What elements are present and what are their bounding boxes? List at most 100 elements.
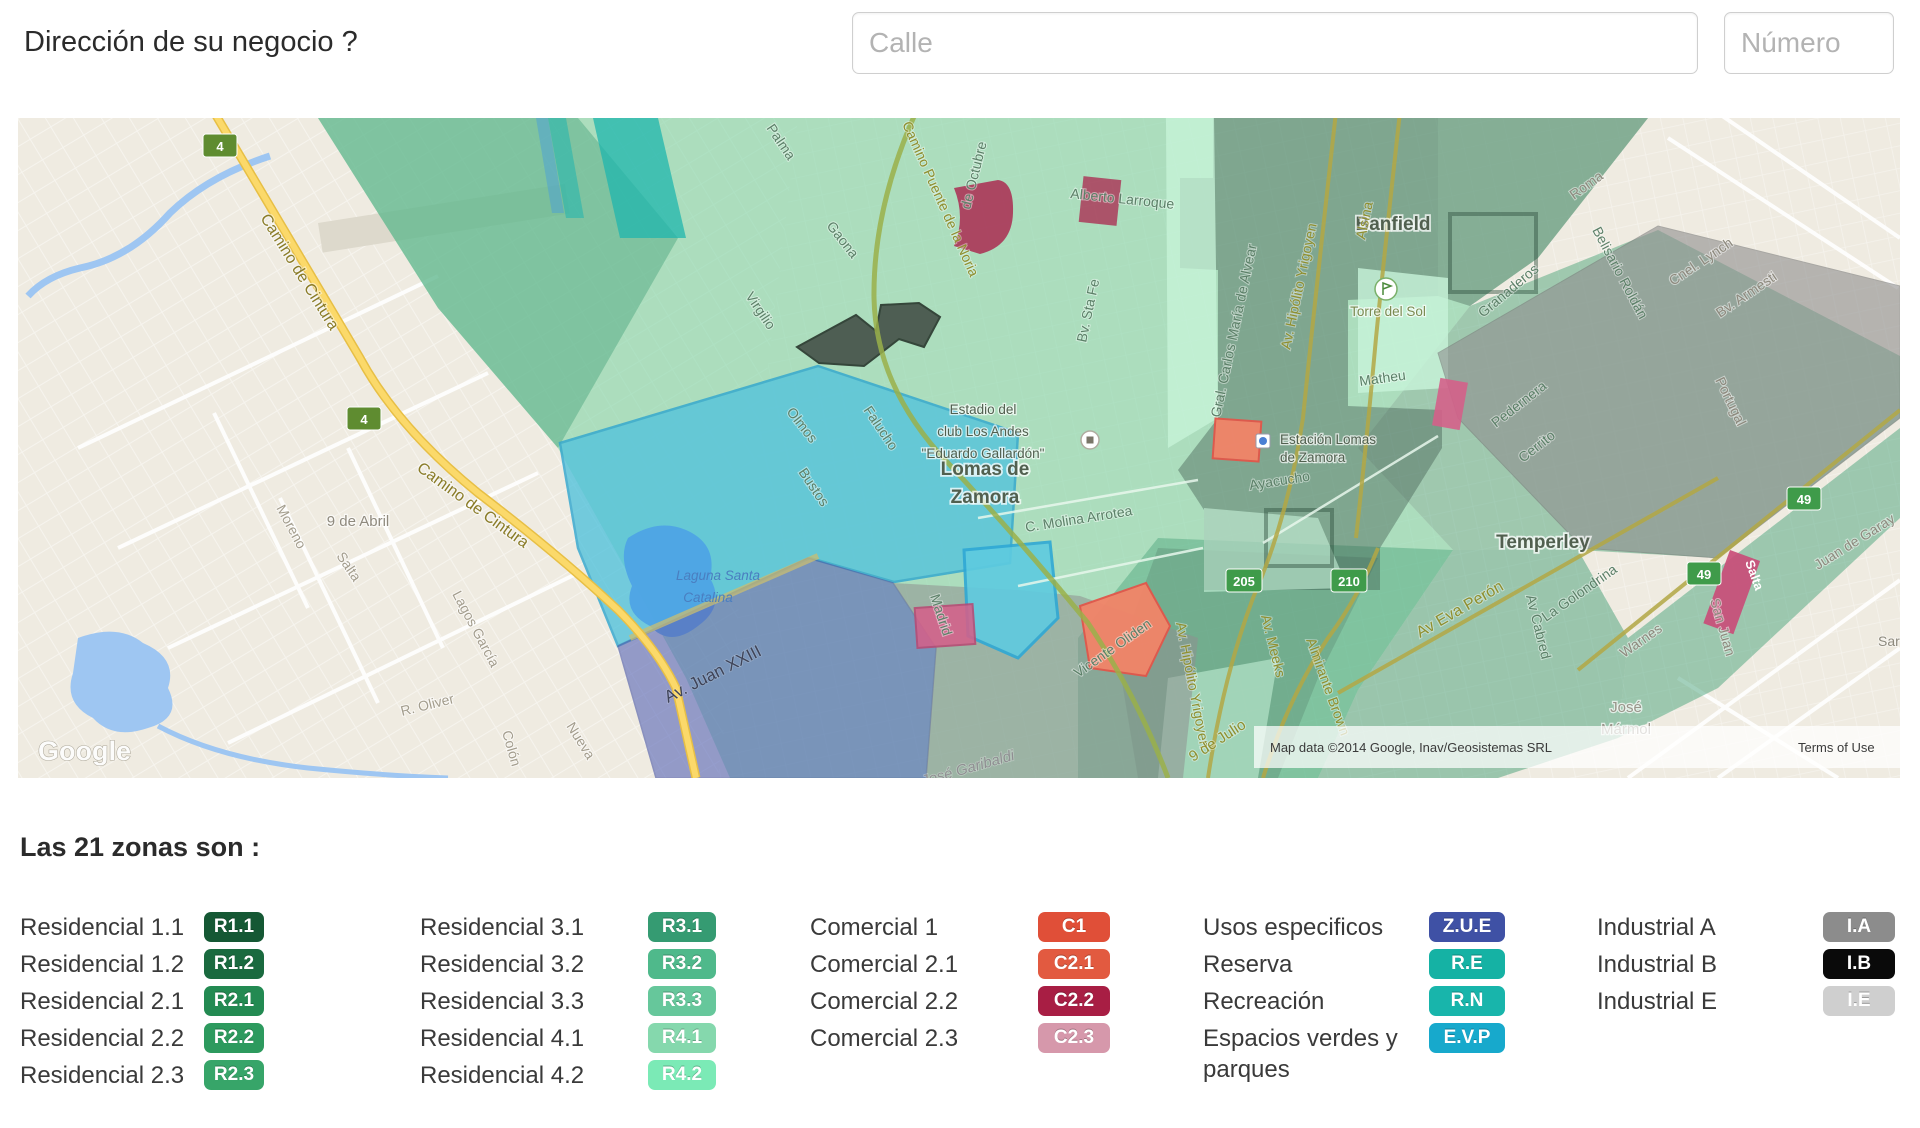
google-logo: Google — [38, 736, 131, 766]
zone-badge: R1.1 — [204, 912, 264, 942]
legend-row: Comercial 1 C1 — [810, 912, 1110, 943]
route-210-shield: 210 — [1330, 568, 1368, 593]
legend-row: Residencial 2.2 R2.2 — [20, 1023, 264, 1054]
legend-row: Residencial 1.2 R1.2 — [20, 949, 264, 980]
zone-badge: R4.2 — [648, 1060, 716, 1090]
torre-del-sol-icon[interactable] — [1374, 277, 1398, 301]
zone-label: Residencial 2.2 — [20, 1025, 185, 1052]
legend-row: Residencial 4.1 R4.1 — [420, 1023, 716, 1054]
legend-row: Residencial 1.1 R1.1 — [20, 912, 264, 943]
zone-label: Espacios verdes y parques — [1203, 1025, 1398, 1083]
zoning-map-svg: 4 4 205 210 49 49 9 de Abril Lomas de Za… — [18, 118, 1900, 778]
zone-label: Residencial 4.2 — [420, 1062, 585, 1089]
zone-label: Comercial 2.2 — [810, 988, 959, 1015]
zone-badge: C1 — [1038, 912, 1110, 942]
svg-text:205: 205 — [1233, 574, 1255, 589]
label-estadio-3: "Eduardo Gallardón" — [922, 446, 1045, 461]
label-laguna-1: Laguna Santa — [676, 568, 761, 583]
zone-label: Comercial 1 — [810, 914, 939, 941]
zone-badge: E.V.P — [1429, 1023, 1505, 1053]
legend-row: Espacios verdes y parques E.V.P — [1203, 1023, 1505, 1085]
map-attribution: Map data ©2014 Google, Inav/Geosistemas … — [1270, 740, 1552, 755]
zone-label: Usos especificos — [1203, 914, 1384, 941]
legend-column-2: Residencial 3.1 R3.1 Residencial 3.2 R3.2 … — [420, 912, 716, 1097]
zone-label: Recreación — [1203, 988, 1325, 1015]
route-4-shield-a: 4 — [202, 133, 238, 158]
address-question-label: Dirección de su negocio ? — [24, 26, 358, 58]
svg-text:210: 210 — [1338, 574, 1360, 589]
svg-text:4: 4 — [360, 412, 368, 427]
zone-badge: I.B — [1823, 949, 1895, 979]
svg-text:49: 49 — [1797, 492, 1811, 507]
route-4-shield-b: 4 — [346, 406, 382, 431]
zone-label: Residencial 3.2 — [420, 951, 585, 978]
legend-row: Industrial B I.B — [1597, 949, 1895, 980]
route-205-shield: 205 — [1225, 568, 1263, 593]
legend-column-5: Industrial A I.A Industrial B I.B Industri… — [1597, 912, 1895, 1023]
legend-row: Reserva R.E — [1203, 949, 1505, 980]
zone-label: Residencial 2.1 — [20, 988, 185, 1015]
legend-row: Industrial A I.A — [1597, 912, 1895, 943]
legend-row: Residencial 2.3 R2.3 — [20, 1060, 264, 1091]
zone-badge: R3.2 — [648, 949, 716, 979]
zone-badge: R2.1 — [204, 986, 264, 1016]
zone-label: Comercial 2.3 — [810, 1025, 959, 1052]
legend-row: Comercial 2.1 C2.1 — [810, 949, 1110, 980]
route-49-shield-b: 49 — [1686, 561, 1722, 586]
legend-row: Residencial 4.2 R4.2 — [420, 1060, 716, 1091]
zone-badge: R2.3 — [204, 1060, 264, 1090]
terms-of-use-link[interactable]: Terms of Use — [1798, 740, 1875, 755]
zone-badge: Z.U.E — [1429, 912, 1505, 942]
zone-label: Residencial 1.2 — [20, 951, 185, 978]
zone-label: Reserva — [1203, 951, 1293, 978]
zone-label: Residencial 2.3 — [20, 1062, 185, 1089]
label-estacion-2: de Zamora — [1280, 450, 1346, 465]
zone-label: Comercial 2.1 — [810, 951, 959, 978]
legend-row: Residencial 2.1 R2.1 — [20, 986, 264, 1017]
legend-column-1: Residencial 1.1 R1.1 Residencial 1.2 R1.2 … — [20, 912, 264, 1097]
number-input[interactable] — [1724, 12, 1894, 74]
estadio-icon[interactable] — [1080, 430, 1100, 450]
zone-label: Residencial 4.1 — [420, 1025, 585, 1052]
estacion-icon[interactable] — [1255, 433, 1271, 449]
label-estacion-1: Estación Lomas — [1280, 432, 1376, 447]
zone-label: Residencial 3.3 — [420, 988, 585, 1015]
label-estadio-2: club Los Andes — [937, 424, 1029, 439]
label-temperley: Temperley — [1496, 532, 1590, 553]
zone-badge: R3.3 — [648, 986, 716, 1016]
zone-badge: R1.2 — [204, 949, 264, 979]
legend-row: Residencial 3.2 R3.2 — [420, 949, 716, 980]
zone-label: Industrial E — [1597, 988, 1718, 1015]
legend-row: Industrial E I.E — [1597, 986, 1895, 1017]
zone-badge: R4.1 — [648, 1023, 716, 1053]
legend-row: Comercial 2.3 C2.3 — [810, 1023, 1110, 1054]
street-sar: Sar — [1878, 633, 1900, 649]
label-laguna-2: Catalina — [683, 590, 733, 605]
zone-c1-estacion[interactable] — [1211, 417, 1263, 463]
label-jose-marmol-1: José — [1610, 699, 1642, 716]
zone-badge: R3.1 — [648, 912, 716, 942]
zone-label: Industrial B — [1597, 951, 1718, 978]
zone-badge: C2.2 — [1038, 986, 1110, 1016]
zone-badge: R.N — [1429, 986, 1505, 1016]
zone-badge: C2.1 — [1038, 949, 1110, 979]
label-lomas-line1: Lomas de — [941, 459, 1030, 480]
route-49-shield-a: 49 — [1786, 486, 1822, 511]
svg-text:49: 49 — [1697, 567, 1711, 582]
street-input[interactable] — [852, 12, 1698, 74]
label-torre-del-sol: Torre del Sol — [1350, 304, 1426, 319]
svg-text:4: 4 — [216, 139, 224, 154]
legend-row: Recreación R.N — [1203, 986, 1505, 1017]
zone-label: Residencial 3.1 — [420, 914, 585, 941]
legend-column-3: Comercial 1 C1 Comercial 2.1 C2.1 Comercia… — [810, 912, 1110, 1060]
label-lomas-line2: Zamora — [951, 487, 1020, 508]
zone-badge: I.A — [1823, 912, 1895, 942]
zone-badge: I.E — [1823, 986, 1895, 1016]
legend-row: Comercial 2.2 C2.2 — [810, 986, 1110, 1017]
legend-row: Residencial 3.3 R3.3 — [420, 986, 716, 1017]
map-canvas[interactable]: 4 4 205 210 49 49 9 de Abril Lomas de Za… — [18, 118, 1900, 778]
zone-label: Industrial A — [1597, 914, 1716, 941]
legend-row: Usos especificos Z.U.E — [1203, 912, 1505, 943]
zone-badge: R2.2 — [204, 1023, 264, 1053]
legend-title: Las 21 zonas son : — [20, 832, 261, 862]
